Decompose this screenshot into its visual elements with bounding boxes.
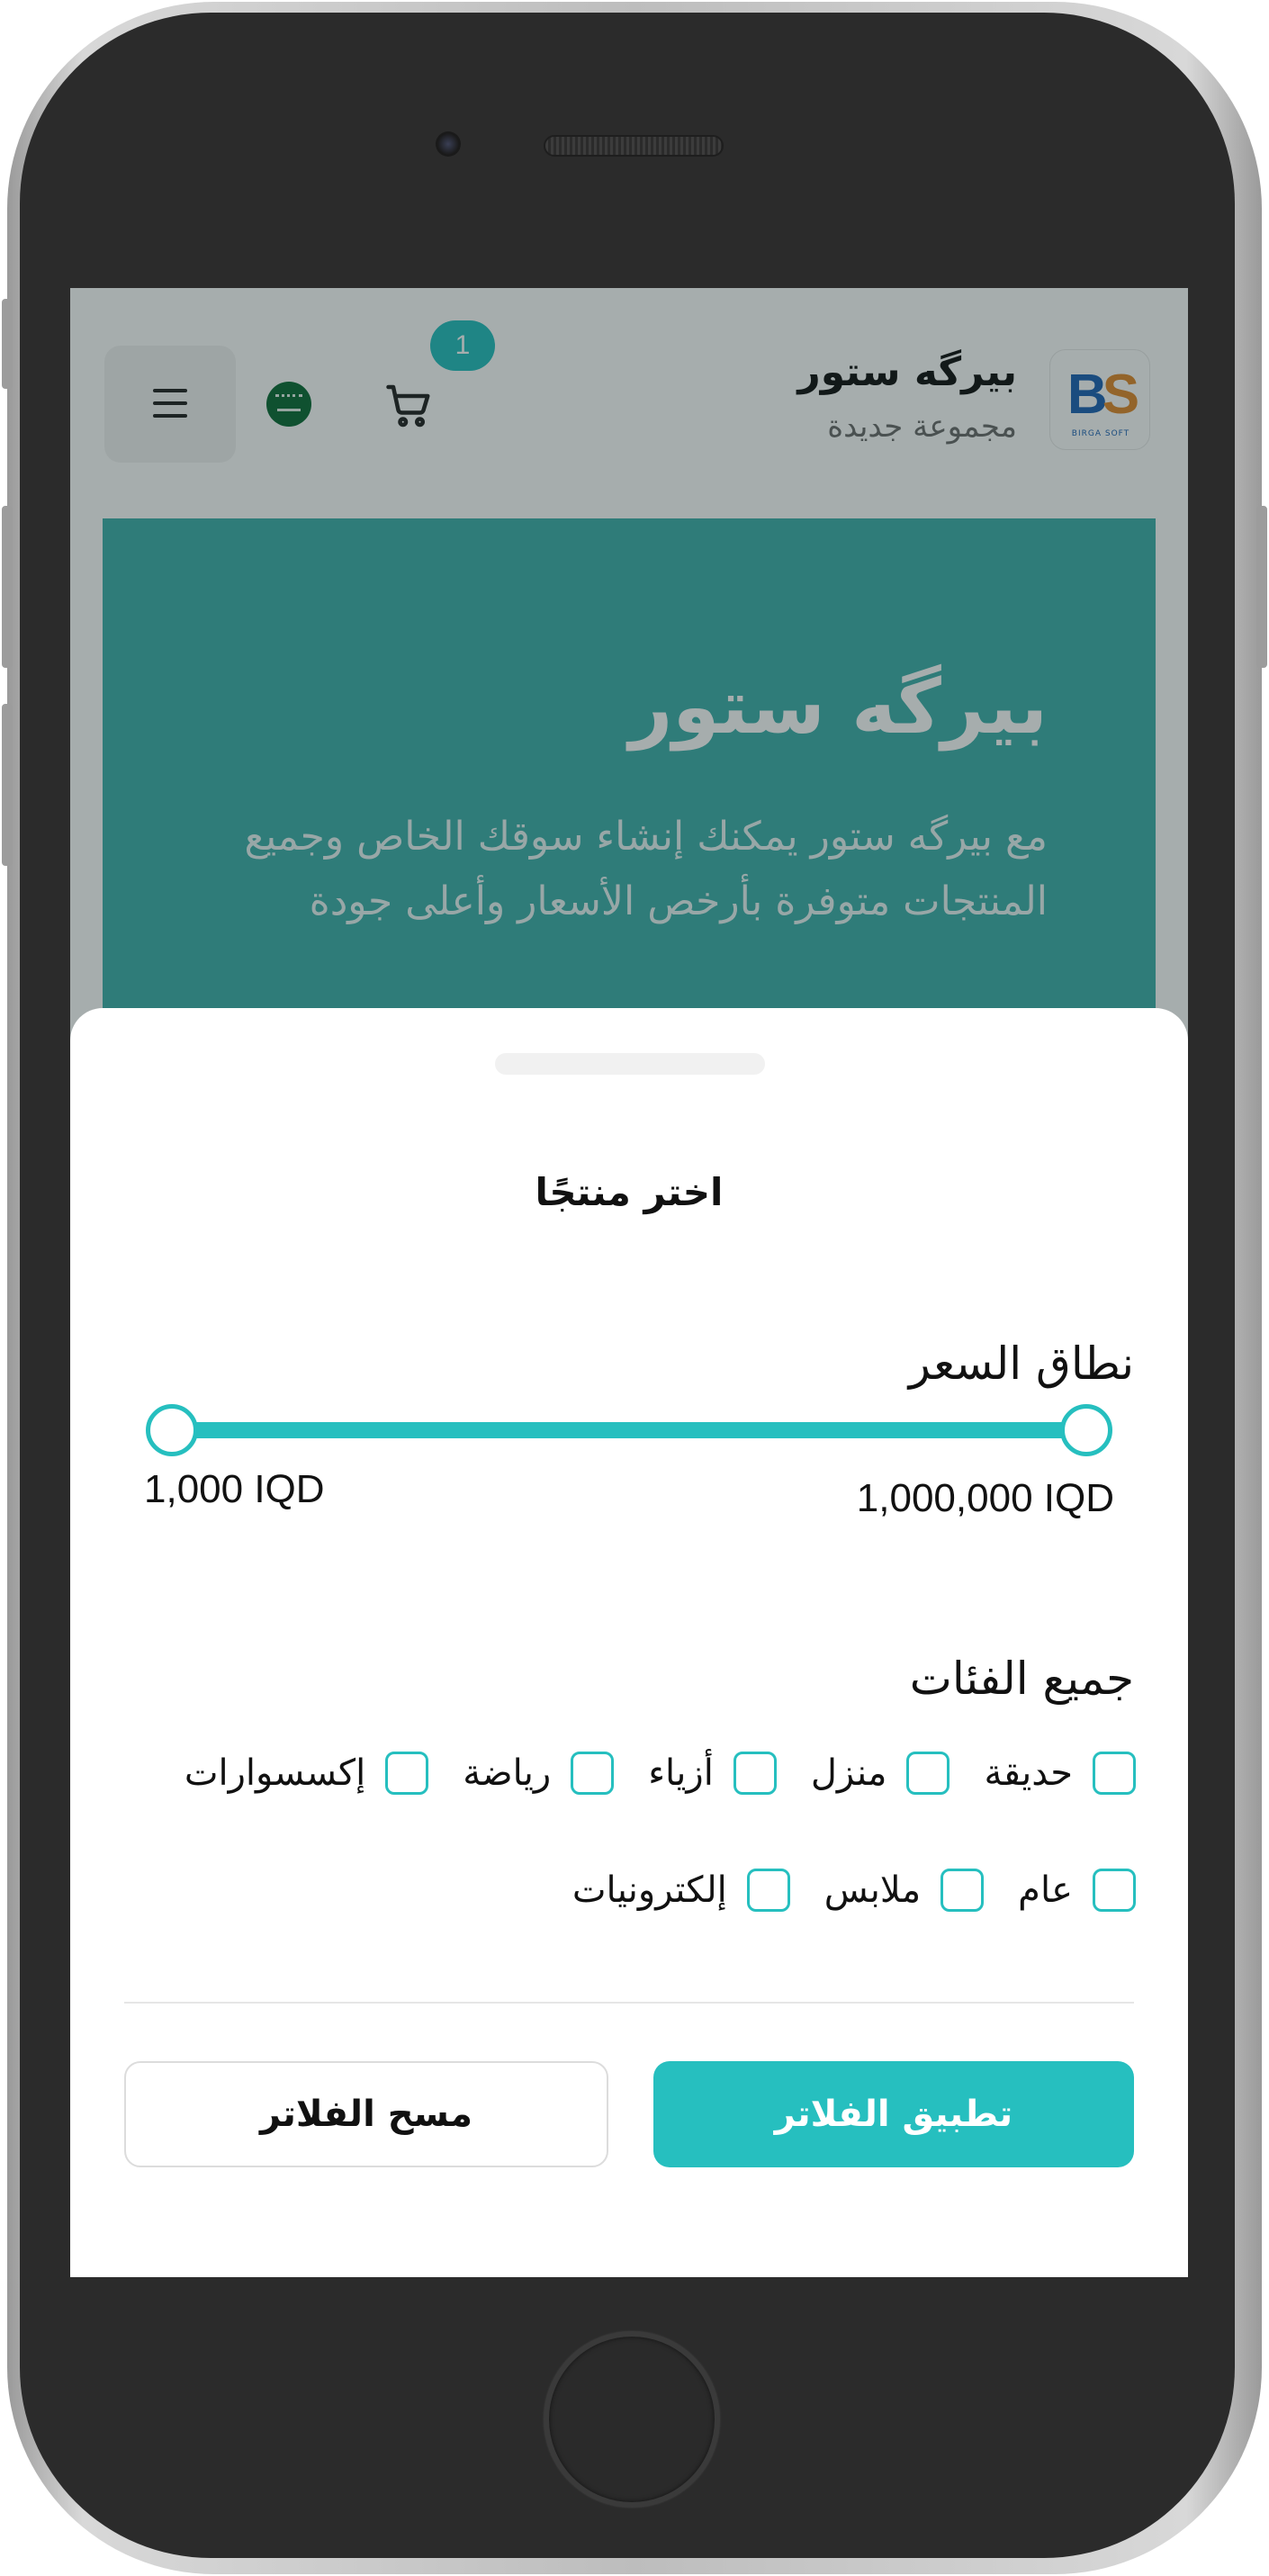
home-button[interactable] bbox=[544, 2331, 720, 2508]
clear-filters-button[interactable]: مسح الفلاتر bbox=[124, 2061, 608, 2167]
apply-filters-button[interactable]: تطبيق الفلاتر bbox=[653, 2061, 1134, 2167]
category-row-2: عام ملابس إلكترونيات bbox=[538, 1869, 1136, 1912]
category-general[interactable]: عام bbox=[1018, 1869, 1136, 1912]
category-row-1: حديقة منزل أزياء رياضة إكسسوارات bbox=[150, 1752, 1136, 1795]
category-checkbox[interactable] bbox=[940, 1869, 985, 1912]
category-label: رياضة bbox=[463, 1752, 552, 1794]
category-checkbox[interactable] bbox=[1093, 1752, 1136, 1795]
category-checkbox[interactable] bbox=[571, 1752, 615, 1795]
categories-label: جميع الفئات bbox=[909, 1653, 1134, 1705]
filter-bottom-sheet: اختر منتجًا نطاق السعر 1,000 IQD 1,000,0… bbox=[70, 1008, 1188, 2277]
price-slider-max-handle[interactable] bbox=[1060, 1404, 1112, 1456]
price-max-value: 1,000,000 IQD bbox=[856, 1476, 1114, 1520]
category-garden[interactable]: حديقة bbox=[984, 1752, 1136, 1795]
category-accessories[interactable]: إكسسوارات bbox=[184, 1752, 429, 1795]
category-fashion[interactable]: أزياء bbox=[648, 1752, 777, 1795]
price-min-value: 1,000 IQD bbox=[144, 1467, 325, 1511]
price-slider-min-handle[interactable] bbox=[146, 1404, 198, 1456]
category-sports[interactable]: رياضة bbox=[463, 1752, 615, 1795]
category-label: ملابس bbox=[824, 1869, 922, 1911]
price-range-label: نطاق السعر bbox=[908, 1338, 1134, 1390]
category-checkbox[interactable] bbox=[385, 1752, 429, 1795]
category-home[interactable]: منزل bbox=[811, 1752, 950, 1795]
divider bbox=[124, 2002, 1134, 2004]
volume-down-button bbox=[2, 704, 13, 866]
mute-switch bbox=[2, 299, 13, 389]
category-clothes[interactable]: ملابس bbox=[824, 1869, 985, 1912]
category-electronics[interactable]: إلكترونيات bbox=[572, 1869, 790, 1912]
volume-up-button bbox=[2, 506, 13, 668]
category-label: إلكترونيات bbox=[572, 1869, 727, 1911]
category-checkbox[interactable] bbox=[906, 1752, 950, 1795]
sheet-title: اختر منتجًا bbox=[535, 1170, 724, 1214]
earpiece-speaker bbox=[544, 135, 724, 157]
category-checkbox[interactable] bbox=[733, 1752, 777, 1795]
category-label: إكسسوارات bbox=[184, 1752, 366, 1794]
category-label: أزياء bbox=[648, 1752, 714, 1794]
category-label: حديقة bbox=[984, 1752, 1073, 1794]
app-screen: BS BIRGA SOFT بيرگه ستور مجموعة جديدة 1 … bbox=[70, 288, 1188, 2277]
category-checkbox[interactable] bbox=[1093, 1869, 1136, 1912]
category-label: عام bbox=[1018, 1869, 1073, 1911]
sheet-drag-handle[interactable] bbox=[495, 1053, 765, 1075]
power-button bbox=[1256, 506, 1267, 668]
category-checkbox[interactable] bbox=[746, 1869, 790, 1912]
category-label: منزل bbox=[810, 1752, 887, 1794]
price-slider-track[interactable] bbox=[169, 1422, 1087, 1438]
front-camera bbox=[436, 131, 461, 157]
